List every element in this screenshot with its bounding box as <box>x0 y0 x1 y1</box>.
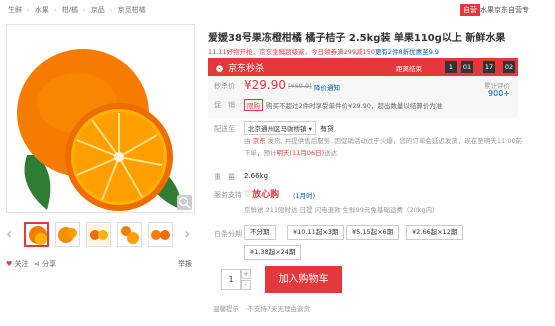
chevron-right-icon: › <box>82 6 86 14</box>
self-operated-badge: 自营 <box>460 4 480 16</box>
seckill-banner: ⏰ 京东秒杀 距离结束 1 01 17 02 <box>208 58 518 76</box>
thumbnail-3[interactable] <box>86 222 111 247</box>
breadcrumb-item-brand[interactable]: 京觅柑橘 <box>118 6 146 14</box>
breadcrumb: 生鲜 › 水果 › 柑/橘 › 京品 › 京觅柑橘 <box>8 5 146 15</box>
stock-status: 有货 <box>320 125 334 133</box>
follow-button[interactable]: ♥ 关注 <box>6 259 29 269</box>
price-box: 秒杀价 ¥29.90 [¥69.9] 降价通知 累计评价 900+ 促 销 限购… <box>208 76 518 118</box>
quantity-plus-button[interactable]: + <box>241 269 251 279</box>
assured-purchase-badge[interactable]: ♡放心购 <box>244 187 279 200</box>
thumbnail-strip: ‹ › <box>6 222 195 248</box>
countdown-minutes: 17 <box>483 61 495 73</box>
thumbnail-1[interactable] <box>24 222 49 247</box>
warm-tip: 温馨提示 ·不支持7天无理由退货 <box>213 305 310 313</box>
chevron-left-icon[interactable]: ‹ <box>6 225 12 243</box>
thumbnail-5[interactable] <box>148 222 173 247</box>
orange-image <box>17 49 182 211</box>
delivery-label: 配送至 <box>214 125 235 133</box>
chevron-right-icon: › <box>109 6 113 14</box>
promo-bar: 11.11好物开抢，京东生鲜超级家，今日领券满299减150更有2件8折优惠至9… <box>208 46 439 56</box>
alarm-clock-icon: ⏰ <box>214 64 226 74</box>
promo-description: 购买不超过2件时享受单件价¥29.90，超出数量以结算价为准 <box>266 102 443 110</box>
breadcrumb-item-fresh[interactable]: 生鲜 <box>8 6 22 14</box>
installment-option-3[interactable]: ¥10.11起×3期 <box>287 225 345 240</box>
chevron-right-icon[interactable]: › <box>184 225 190 243</box>
seckill-end-label: 距离结束 <box>396 65 422 73</box>
quantity-input[interactable]: 1 <box>221 269 241 290</box>
breadcrumb-item-citrus[interactable]: 柑/橘 <box>62 6 78 14</box>
price-value: ¥29.90 <box>244 78 286 92</box>
share-button[interactable]: ⋖ 分享 <box>34 259 56 269</box>
thumbnail-4[interactable] <box>117 222 142 247</box>
zoom-icon[interactable] <box>177 195 192 210</box>
product-title: 爱媛38号果冻橙柑橘 橘子桔子 2.5kg装 单果110g以上 新鲜水果 <box>208 33 506 44</box>
breadcrumb-item-fruit[interactable]: 水果 <box>35 6 49 14</box>
heart-icon: ♥ <box>6 260 13 268</box>
seller-name[interactable]: 京东 <box>253 137 266 145</box>
price-label: 秒杀价 <box>214 82 235 90</box>
product-main-image[interactable] <box>6 24 195 213</box>
chevron-right-icon: › <box>27 6 30 14</box>
chevron-right-icon: › <box>53 6 57 14</box>
thumbnail-2[interactable] <box>55 222 80 247</box>
delivery-info: 由 京东 发货, 并提供售后服务. 因促销活动过于火爆，您的订单会延迟发货，现在… <box>244 137 523 157</box>
add-to-cart-button[interactable]: 加入购物车 <box>265 266 342 293</box>
review-count[interactable]: 900+ <box>488 89 510 98</box>
promo-link[interactable]: 更有2件8折优惠至9.9 <box>375 48 439 56</box>
installment-option-none[interactable]: 不分期 <box>244 225 276 240</box>
promo-text: 11.11好物开抢，京东生鲜超级家，今日领券满299减150 <box>208 48 375 56</box>
countdown-hours: 01 <box>461 61 473 73</box>
original-price: [¥69.9] <box>288 82 312 90</box>
quantity-minus-button[interactable]: - <box>241 280 251 290</box>
promo-label: 促 销 <box>214 101 235 109</box>
chevron-down-icon: ▾ <box>308 125 312 133</box>
weight-label: 重 量 <box>214 173 235 181</box>
address-selector[interactable]: 北京通州区马驹桥镇 ▾ <box>244 121 316 135</box>
price-notify-link[interactable]: 降价通知 <box>314 82 340 92</box>
service-tip[interactable]: (1月时） <box>293 190 319 200</box>
breadcrumb-item-jingpin[interactable]: 京品 <box>91 6 105 14</box>
installment-label: 白条分期 <box>214 230 242 238</box>
installment-option-6[interactable]: ¥5.15起×6期 <box>346 225 400 240</box>
installment-option-12[interactable]: ¥2.66起×12期 <box>406 225 464 240</box>
installment-option-24[interactable]: ¥1.38起×24期 <box>244 245 302 260</box>
delivery-eta: 明天(11月06日) <box>276 149 325 157</box>
countdown-seconds: 02 <box>503 61 515 73</box>
heart-icon: ♡ <box>244 190 253 200</box>
report-link[interactable]: 举报 <box>178 259 192 269</box>
service-list: 京鲜送 211限时达 日提 闪电退款 生鲜99元免基础运费（20kg内） <box>244 206 439 214</box>
share-icon: ⋖ <box>34 260 40 268</box>
weight-value: 2.66kg <box>244 172 269 180</box>
seckill-title: ⏰ 京东秒杀 <box>214 64 265 74</box>
shop-name-link[interactable]: 水果京东自营专 <box>480 5 529 15</box>
countdown-days: 1 <box>445 61 457 73</box>
service-label: 服务支持 <box>214 191 242 199</box>
limit-tag: 限购 <box>244 99 263 111</box>
